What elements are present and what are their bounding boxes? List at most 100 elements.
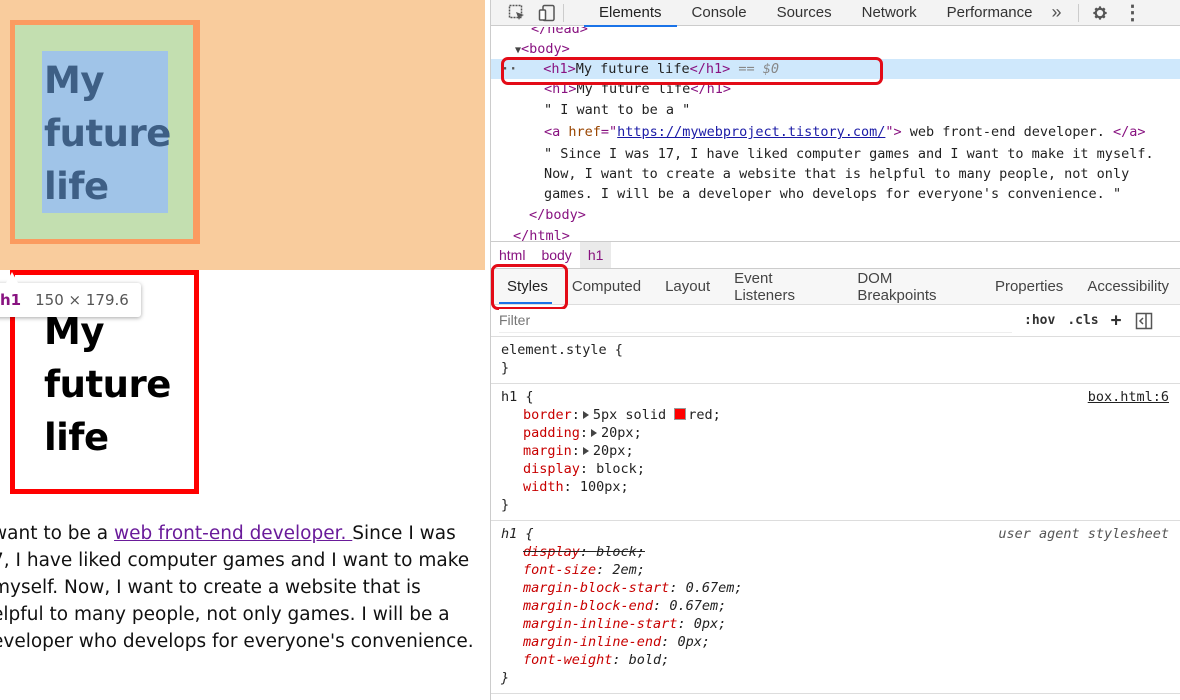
dom-row-text[interactable]: " Since I was 17, I have liked computer … <box>491 144 1180 164</box>
rule-close: } <box>501 360 510 376</box>
prop-value: red <box>688 407 713 423</box>
kebab-menu-icon[interactable]: ⋮ <box>1123 0 1143 25</box>
rendered-page: My future life My future life h1 150 × 1… <box>0 0 490 700</box>
decl-display-overridden: display: block; <box>523 544 645 560</box>
prop-value: 0px <box>693 616 719 632</box>
rule-selector: element.style { <box>501 342 623 358</box>
prop-value: block <box>596 544 637 560</box>
decl-margin[interactable]: margin: 20px; <box>501 442 1171 460</box>
rule-close: } <box>501 670 510 686</box>
prop-name: margin-block-start <box>523 580 670 596</box>
paragraph-line: myself. Now, I want to create a website … <box>0 577 421 598</box>
tab-sources[interactable]: Sources <box>762 0 847 26</box>
dom-tag: <a <box>544 124 569 140</box>
dom-row-body-close[interactable]: </body> <box>491 205 1180 225</box>
subtab-layout[interactable]: Layout <box>653 269 722 304</box>
chevrons-right-icon[interactable]: » <box>1052 2 1062 23</box>
breadcrumb: html body h1 <box>491 241 1180 269</box>
expand-triangle-icon[interactable] <box>582 411 589 419</box>
decl-margin-inline-end: margin-inline-end: 0px; <box>523 634 710 650</box>
developer-link[interactable]: web front-end developer. <box>114 523 352 544</box>
decl-padding[interactable]: padding: 20px; <box>501 424 1171 442</box>
heading-line: My <box>44 59 104 102</box>
rule-close: } <box>501 497 510 513</box>
hover-state-button[interactable]: :hov <box>1024 313 1055 328</box>
toolbar-divider <box>1077 3 1079 22</box>
heading-line: life <box>44 165 109 208</box>
dom-tag: <body> <box>521 41 570 57</box>
prop-name: font-size <box>523 562 597 578</box>
prop-value: 20px <box>601 425 634 441</box>
paragraph-line: elpful to many people, not only games. I… <box>0 604 450 625</box>
tab-elements[interactable]: Elements <box>584 0 677 27</box>
devtools-tabs: Elements Console Sources Network Perform… <box>584 0 1048 27</box>
expand-triangle-icon[interactable] <box>582 447 589 455</box>
prop-value: block <box>596 461 637 477</box>
expand-triangle-icon[interactable] <box>591 429 598 437</box>
decl-width[interactable]: width: 100px; <box>501 478 1171 496</box>
dom-tag: </head> <box>531 27 588 37</box>
subtab-accessibility[interactable]: Accessibility <box>1075 269 1180 304</box>
decl-border[interactable]: border: 5px solid red; <box>501 406 1171 424</box>
dom-row-body[interactable]: ▼<body> <box>491 39 1180 59</box>
tab-console[interactable]: Console <box>677 0 762 26</box>
rule-element-style[interactable]: element.style { } <box>491 337 1180 384</box>
gear-icon[interactable] <box>1091 4 1109 22</box>
tab-performance[interactable]: Performance <box>932 0 1048 26</box>
decl-font-weight: font-weight: bold; <box>523 652 670 668</box>
paragraph-text: Since I was <box>352 523 456 544</box>
prop-value: 20px <box>592 443 626 459</box>
dom-tag: "> <box>885 124 902 140</box>
dom-row-html-close[interactable]: </html> <box>491 226 1180 241</box>
dom-link-href[interactable]: https://mywebproject.tistory.com/ <box>617 124 885 140</box>
prop-name: margin-inline-end <box>523 634 662 650</box>
highlighted-heading: My future life <box>44 54 171 213</box>
prop-name: padding <box>523 425 580 441</box>
styles-filter-bar: :hov .cls + <box>491 305 1180 337</box>
decl-display[interactable]: display: block; <box>501 460 1171 478</box>
intro-paragraph: want to be a web front-end developer. Si… <box>0 520 480 655</box>
breadcrumb-h1[interactable]: h1 <box>579 242 612 268</box>
add-rule-button[interactable]: + <box>1111 310 1122 331</box>
dom-tag: </a> <box>1112 124 1146 140</box>
styles-filter-input[interactable] <box>499 308 1012 333</box>
prop-name: margin-inline-start <box>523 616 678 632</box>
decl-margin-block-start: margin-block-start: 0.67em; <box>523 580 743 596</box>
subtab-event-listeners[interactable]: Event Listeners <box>722 269 845 304</box>
tab-network[interactable]: Network <box>847 0 932 26</box>
subtab-computed[interactable]: Computed <box>560 269 653 304</box>
inspect-element-icon[interactable] <box>507 3 527 23</box>
dom-tag: </body> <box>529 207 586 223</box>
prop-name: display <box>523 544 580 560</box>
page-heading: My future life <box>44 305 171 464</box>
color-swatch-icon[interactable] <box>674 408 687 420</box>
rule-h1-user-agent[interactable]: h1 { user agent stylesheet display: bloc… <box>491 521 1180 694</box>
toggle-sidebar-icon[interactable] <box>1135 312 1153 330</box>
prop-value: 0.67em <box>685 580 735 596</box>
toolbar-divider <box>563 3 564 22</box>
class-toggle-button[interactable]: .cls <box>1067 313 1098 328</box>
rule-h1-author[interactable]: h1 { box.html:6 border: 5px solid red; pa… <box>491 384 1180 521</box>
rule-source-link[interactable]: box.html:6 <box>1088 388 1169 406</box>
device-toolbar-icon[interactable] <box>537 3 557 23</box>
selector-text: h1 { <box>501 526 534 542</box>
devtools-panel: Elements Console Sources Network Perform… <box>490 0 1180 700</box>
selector-text: h1 { <box>501 389 534 405</box>
tooltip-dimensions: 150 × 179.6 <box>35 291 129 309</box>
prop-value: 100px <box>579 479 621 495</box>
tooltip-tag: h1 <box>0 291 22 309</box>
dom-row-link[interactable]: <a href="https://mywebproject.tistory.co… <box>491 122 1180 142</box>
dom-row-text[interactable]: " I want to be a " <box>491 100 1180 120</box>
dom-row-head-close[interactable]: </head> <box>491 27 1180 39</box>
paragraph-line: want to be a web front-end developer. Si… <box>0 520 480 547</box>
rule-selector: h1 { box.html:6 <box>501 388 1171 406</box>
dom-tag: =" <box>600 124 618 140</box>
decl-margin-block-end: margin-block-end: 0.67em; <box>523 598 727 614</box>
paragraph-line: eveloper who develops for everyone's con… <box>0 631 474 652</box>
subtab-properties[interactable]: Properties <box>983 269 1075 304</box>
decl-margin-inline-start: margin-inline-start: 0px; <box>523 616 727 632</box>
dom-row-text-cont: games. I will be a developer who develop… <box>544 186 1122 202</box>
prop-name: margin-block-end <box>523 598 654 614</box>
dom-tag: </html> <box>513 228 570 241</box>
subtab-dom-breakpoints[interactable]: DOM Breakpoints <box>845 269 983 304</box>
